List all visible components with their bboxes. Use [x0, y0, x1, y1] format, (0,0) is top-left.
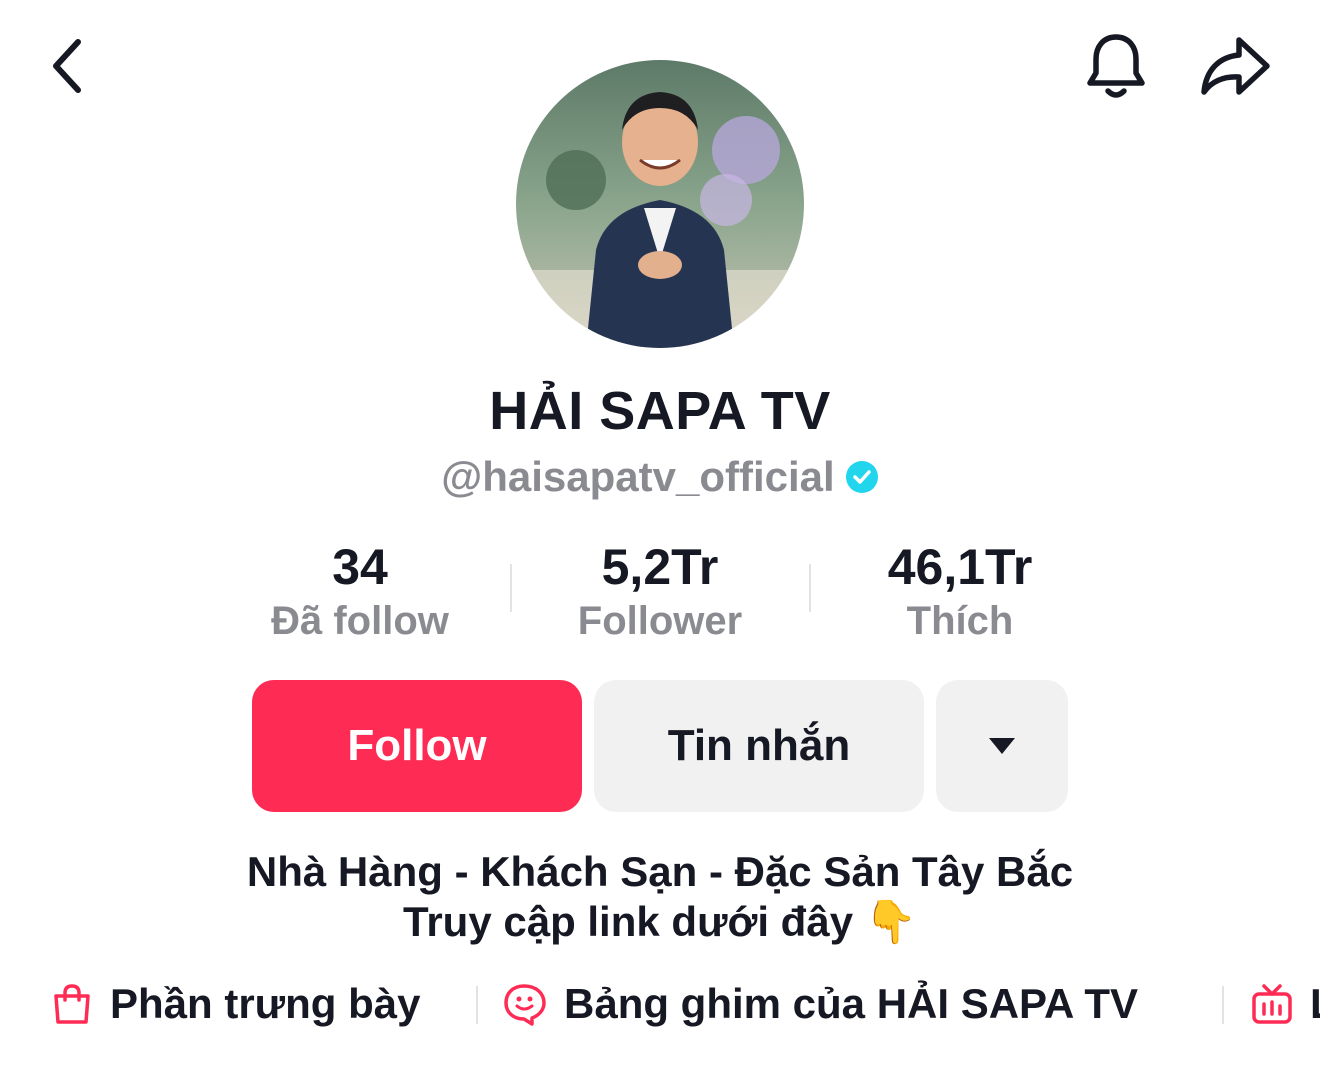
shopping-bag-icon: [54, 984, 90, 1024]
chevron-left-icon: [53, 39, 81, 93]
stat-label: Đã follow: [271, 599, 449, 643]
message-button[interactable]: Tin nhắn: [594, 680, 924, 812]
notification-button[interactable]: [1080, 28, 1152, 104]
follow-button[interactable]: Follow: [252, 680, 582, 812]
username-handle: @haisapatv_official: [441, 453, 835, 500]
back-button[interactable]: [38, 32, 98, 100]
profile-links-bar: Phần trưng bày Bảng ghim của HẢI SAPA TV…: [0, 972, 1320, 1036]
avatar[interactable]: [516, 60, 804, 348]
link-label: Phần trưng bày: [110, 980, 421, 1027]
link-label: L: [1310, 980, 1320, 1028]
link-divider: [476, 986, 478, 1024]
profile-page: HẢI SAPA TV @haisapatv_official 34 Đã fo…: [0, 0, 1320, 1076]
display-name: HẢI SAPA TV: [489, 381, 831, 441]
live-link[interactable]: L: [1250, 972, 1320, 1036]
stat-label: Thích: [906, 599, 1014, 643]
pin-board-icon: [504, 984, 546, 1026]
stat-following[interactable]: 34 Đã follow: [210, 538, 510, 646]
bell-icon: [1087, 34, 1145, 98]
verified-badge-icon: [845, 461, 878, 493]
share-button[interactable]: [1196, 30, 1274, 102]
stat-label: Follower: [577, 599, 743, 643]
stat-likes[interactable]: 46,1Tr Thích: [810, 538, 1110, 646]
avatar-photo: [516, 60, 804, 348]
bio-line: Truy cập link dưới đây 👇: [402, 898, 918, 945]
pin-board-link[interactable]: Bảng ghim của HẢI SAPA TV: [502, 972, 1138, 1036]
live-tv-icon: [1252, 984, 1292, 1024]
handle-row: @haisapatv_official: [0, 452, 1320, 502]
bio-line: Nhà Hàng - Khách Sạn - Đặc Sản Tây Bắc: [246, 848, 1074, 895]
stat-followers[interactable]: 5,2Tr Follower: [510, 538, 810, 646]
stat-value: 34: [332, 539, 388, 595]
link-divider: [1222, 986, 1224, 1024]
link-label: Bảng ghim của HẢI SAPA TV: [564, 980, 1139, 1027]
stat-value: 46,1Tr: [887, 539, 1033, 595]
more-options-button[interactable]: [936, 680, 1068, 812]
caret-down-icon: [989, 738, 1015, 754]
stat-value: 5,2Tr: [601, 539, 719, 595]
showcase-link[interactable]: Phần trưng bày: [50, 972, 420, 1036]
share-arrow-icon: [1201, 37, 1270, 95]
